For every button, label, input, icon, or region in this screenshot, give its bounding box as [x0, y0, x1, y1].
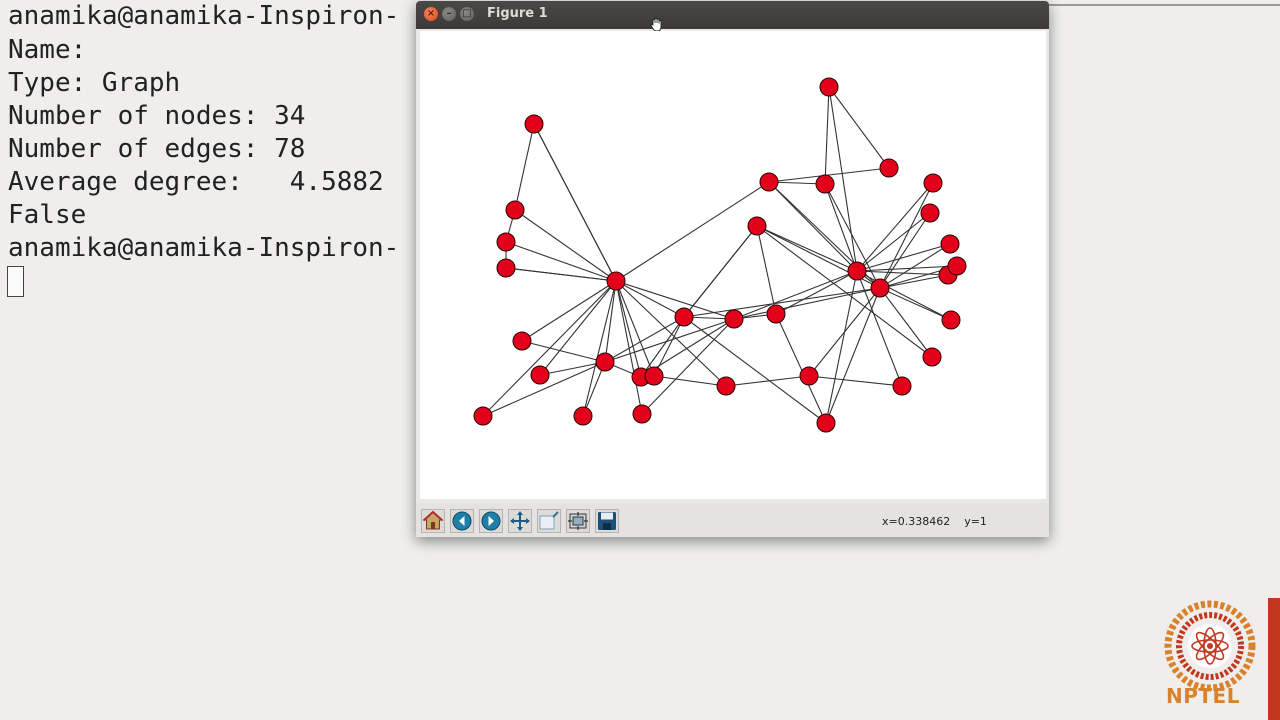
graph-node [505, 200, 525, 220]
pan-icon[interactable] [508, 509, 532, 533]
graph-edges [482, 86, 958, 424]
graph-edge [683, 225, 758, 318]
graph-edge [533, 123, 617, 282]
graph-edge [653, 375, 727, 387]
graph-node [512, 331, 532, 351]
terminal-cursor [7, 266, 24, 297]
graph-node [947, 256, 967, 276]
graph-edge [756, 225, 777, 315]
graph-node [766, 304, 786, 324]
graph-edge [615, 280, 685, 318]
graph-edge [615, 280, 642, 378]
graph-edge [808, 375, 903, 387]
graph-edge [756, 225, 858, 272]
graph-node [747, 216, 767, 236]
terminal-output-bool: False [8, 200, 87, 230]
terminal-output-nodes: Number of nodes: 34 [8, 101, 306, 131]
graph-edge [521, 340, 606, 363]
graph-edge [828, 86, 890, 169]
page-edge-accent [1268, 598, 1280, 720]
home-icon[interactable] [421, 509, 445, 533]
graph-edge [505, 241, 617, 282]
graph-nodes [473, 77, 967, 433]
matplotlib-toolbar: x=0.338462 y=1 [416, 503, 1049, 537]
graph-node [724, 309, 744, 329]
graph-edge [775, 270, 858, 315]
graph-edge [539, 361, 606, 376]
graph-node [595, 352, 615, 372]
maximize-button[interactable]: □ [460, 7, 474, 21]
figure-canvas[interactable] [420, 31, 1046, 499]
graph-node [473, 406, 493, 426]
graph-node [644, 366, 664, 386]
graph-node [632, 404, 652, 424]
graph-edge [521, 280, 617, 342]
terminal-prompt-line: anamika@anamika-Inspiron- [8, 233, 400, 263]
terminal-output-degree: Average degree: 4.5882 [8, 167, 384, 197]
back-icon[interactable] [450, 509, 474, 533]
figure-window[interactable]: × – □ Figure 1 x=0.338462 y=1 [416, 1, 1049, 537]
graph-edge [615, 181, 770, 282]
graph-edge [775, 313, 827, 424]
graph-edge [756, 225, 933, 358]
terminal-output-name: Name: [8, 35, 87, 65]
graph-edge [615, 280, 727, 387]
nptel-logo-text: NPTEL [1166, 684, 1240, 708]
graph-edge [615, 280, 643, 415]
graph-node [940, 234, 960, 254]
graph-node [496, 258, 516, 278]
graph-node [879, 158, 899, 178]
graph-edge [733, 270, 858, 320]
graph-node [606, 271, 626, 291]
karate-club-graph [473, 77, 967, 433]
graph-node [847, 261, 867, 281]
graph-edge [615, 280, 655, 377]
window-title: Figure 1 [487, 6, 548, 21]
graph-edge [514, 123, 535, 211]
graph-node [920, 203, 940, 223]
graph-edge [856, 270, 952, 321]
forward-icon[interactable] [479, 509, 503, 533]
window-titlebar[interactable]: × – □ Figure 1 [416, 1, 1049, 32]
zoom-icon[interactable] [537, 509, 561, 533]
graph-edge [824, 183, 858, 272]
terminal-prompt-line: anamika@anamika-Inspiron- [8, 1, 400, 31]
graph-edge [879, 212, 931, 289]
close-button[interactable]: × [424, 7, 438, 21]
graph-edge [879, 287, 952, 321]
subplots-icon[interactable] [566, 509, 590, 533]
graph-node [799, 366, 819, 386]
graph-edge [824, 86, 830, 185]
graph-node [816, 413, 836, 433]
minimize-button[interactable]: – [442, 7, 456, 21]
graph-node [573, 406, 593, 426]
graph-edge [768, 181, 858, 272]
graph-node [759, 172, 779, 192]
graph-node [716, 376, 736, 396]
graph-edge [725, 375, 810, 387]
graph-node [496, 232, 516, 252]
graph-node [524, 114, 544, 134]
terminal-output-edges: Number of edges: 78 [8, 134, 306, 164]
graph-edge [825, 287, 881, 424]
graph-node [941, 310, 961, 330]
terminal-output-type: Type: Graph [8, 68, 181, 98]
graph-node [819, 77, 839, 97]
cursor-coordinates: x=0.338462 y=1 [882, 515, 987, 528]
graph-node [892, 376, 912, 396]
graph-node [923, 173, 943, 193]
graph-node [530, 365, 550, 385]
graph-node [870, 278, 890, 298]
graph-edge [879, 287, 933, 358]
graph-edge [615, 280, 735, 320]
save-icon[interactable] [595, 509, 619, 533]
window-divider [1048, 4, 1280, 6]
graph-node [922, 347, 942, 367]
graph-node [815, 174, 835, 194]
graph-node [674, 307, 694, 327]
